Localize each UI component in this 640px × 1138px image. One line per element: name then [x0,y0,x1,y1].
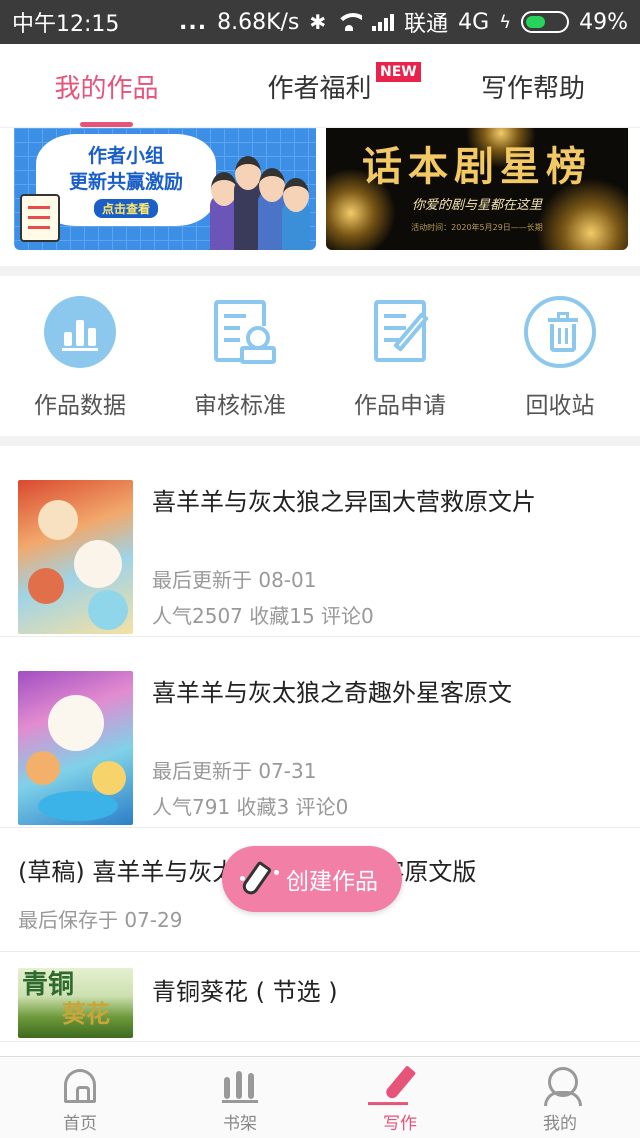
battery-fill [526,16,545,28]
status-dots: ... [179,9,208,35]
works-list: 喜羊羊与灰太狼之异国大营救原文片 最后更新于 08-01 人气2507 收藏15… [0,446,640,1042]
bar-chart-icon [44,296,116,368]
author-group-banner[interactable]: 作者小组 更新共赢激励 点击查看 [14,128,316,250]
work-cover: 青铜 葵花 [18,968,133,1038]
battery-icon [521,11,570,33]
create-work-button[interactable]: 创建作品 [222,846,402,912]
section-divider [0,436,640,446]
cover-text: 葵花 [62,999,110,1028]
work-cover [18,671,133,825]
quick-works-data[interactable]: 作品数据 [0,296,160,426]
nav-write[interactable]: 写作 [320,1057,480,1138]
charging-icon: ϟ [499,11,512,33]
nav-profile[interactable]: 我的 [480,1057,640,1138]
work-cover [18,480,133,634]
home-icon [64,1069,96,1103]
banner-event-time: 活动时间：2020年5月29日——长期 [411,223,543,232]
quick-label: 审核标准 [194,393,286,419]
clipboard-icon [20,194,60,242]
tab-writing-help[interactable]: 写作帮助 [426,44,640,128]
banner-speech-bubble: 作者小组 更新共赢激励 点击查看 [36,134,216,226]
nav-label: 书架 [223,1114,257,1134]
nav-label: 写作 [383,1114,417,1134]
sparkle-dot [274,870,279,875]
work-stats: 人气2507 收藏15 评论0 [152,604,374,628]
signal-icon [372,13,395,31]
work-updated: 最后更新于 07-31 [152,759,317,783]
battery-percent: 49% [579,9,628,35]
active-tab-indicator [80,122,133,127]
nav-label: 首页 [63,1114,97,1134]
work-title: 青铜葵花 ( 节选 ) [152,978,338,1006]
bottom-navigation: 首页 书架 写作 我的 [0,1056,640,1138]
new-badge: NEW [376,62,421,82]
banner-line-1: 作者小组 [87,144,164,167]
tab-label: 我的作品 [54,73,159,104]
work-stats: 人气791 收藏3 评论0 [152,795,349,819]
section-divider [0,266,640,276]
quick-label: 回收站 [525,393,595,419]
work-item[interactable]: 喜羊羊与灰太狼之异国大营救原文片 最后更新于 08-01 人气2507 收藏15… [0,446,640,637]
banner-carousel: 作者小组 更新共赢激励 点击查看 话本剧星榜 你爱的剧与星都在这里 活动时间：2… [0,128,640,266]
write-icon [383,1065,417,1101]
review-standard-icon [204,296,276,368]
tab-author-benefits[interactable]: 作者福利 [213,44,426,128]
create-work-label: 创建作品 [286,869,378,895]
work-title: 喜羊羊与灰太狼之奇趣外星客原文 [152,679,512,707]
status-time: 中午12:15 [12,12,120,37]
nav-home[interactable]: 首页 [0,1057,160,1138]
work-updated: 最后更新于 08-01 [152,568,317,592]
quick-works-application[interactable]: 作品申请 [320,296,480,426]
cartoon-kids-illustration [210,142,310,250]
work-item[interactable]: 青铜 葵花 青铜葵花 ( 节选 ) [0,952,640,1042]
network-speed: 8.68K/s [217,9,300,35]
bluetooth-icon: ✱ [309,10,327,34]
work-item[interactable]: 喜羊羊与灰太狼之奇趣外星客原文 最后更新于 07-31 人气791 收藏3 评论… [0,637,640,828]
status-bar: 中午12:15 ... 8.68K/s ✱ 联通 4G ϟ 49% [0,0,640,44]
status-right: ... 8.68K/s ✱ 联通 4G ϟ 49% [179,6,628,38]
edit-document-icon [364,296,436,368]
quick-review-standards[interactable]: 审核标准 [160,296,320,426]
quick-actions: 作品数据 审核标准 作品申请 回收站 [0,276,640,436]
tab-label: 作者福利 [267,73,372,104]
sparkle-dot [240,876,245,881]
nav-bookshelf[interactable]: 书架 [160,1057,320,1138]
work-saved: 最后保存于 07-29 [18,908,183,932]
network-type: 4G [458,9,490,35]
banner-cta: 点击查看 [93,198,158,218]
carrier: 联通 [404,12,449,37]
quick-label: 作品申请 [354,393,446,419]
quick-recycle-bin[interactable]: 回收站 [480,296,640,426]
work-title: 喜羊羊与灰太狼之异国大营救原文片 [152,488,536,516]
nav-label: 我的 [543,1114,577,1134]
trash-icon [524,296,596,368]
profile-icon [544,1067,582,1106]
drama-star-banner[interactable]: 话本剧星榜 你爱的剧与星都在这里 活动时间：2020年5月29日——长期 [326,128,628,250]
banner-line-2: 更新共赢激励 [68,170,183,193]
quick-label: 作品数据 [34,393,126,419]
bookshelf-icon [222,1069,258,1103]
wifi-icon [336,13,363,31]
top-tabs: 我的作品 作者福利 写作帮助 [0,44,640,128]
banner-subtitle: 你爱的剧与星都在这里 [411,198,542,213]
banner-title: 话本剧星榜 [362,143,592,190]
tab-my-works[interactable]: 我的作品 [0,44,213,128]
tab-label: 写作帮助 [480,73,585,104]
app-root: 中午12:15 ... 8.68K/s ✱ 联通 4G ϟ 49% 我的作品 作… [0,0,640,1138]
